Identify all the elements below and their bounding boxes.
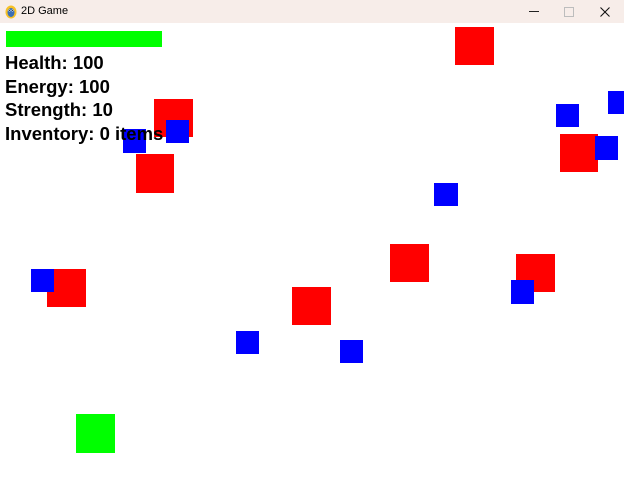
close-icon xyxy=(600,6,610,17)
minimize-icon xyxy=(529,11,539,12)
maximize-button[interactable] xyxy=(551,0,587,23)
enemy-square xyxy=(455,27,494,65)
item-square xyxy=(511,280,534,304)
energy-text: Energy: 100 xyxy=(5,76,110,97)
item-square xyxy=(434,183,458,206)
health-bar-fill xyxy=(6,31,162,47)
game-window: 2D Game Health: 100 Energy: 100 Strength… xyxy=(0,0,624,490)
enemy-square xyxy=(136,154,174,193)
minimize-button[interactable] xyxy=(516,0,552,23)
game-canvas[interactable]: Health: 100 Energy: 100 Strength: 10 Inv… xyxy=(0,23,624,490)
item-square xyxy=(236,331,259,354)
enemy-square xyxy=(292,287,331,325)
player-square xyxy=(76,414,115,453)
enemy-square xyxy=(560,134,598,172)
health-bar xyxy=(6,31,162,47)
strength-text: Strength: 10 xyxy=(5,99,113,120)
close-button[interactable] xyxy=(587,0,623,23)
window-title: 2D Game xyxy=(21,5,69,17)
item-square xyxy=(556,104,579,127)
pygame-snake-icon xyxy=(5,5,17,19)
item-square xyxy=(608,91,624,114)
inventory-text: Inventory: 0 items xyxy=(5,123,164,144)
item-square xyxy=(166,120,189,143)
title-bar[interactable]: 2D Game xyxy=(0,0,624,23)
item-square xyxy=(340,340,363,363)
health-text: Health: 100 xyxy=(5,52,104,73)
enemy-square xyxy=(390,244,429,282)
maximize-icon xyxy=(564,6,574,17)
item-square xyxy=(31,269,54,292)
item-square xyxy=(595,136,618,160)
